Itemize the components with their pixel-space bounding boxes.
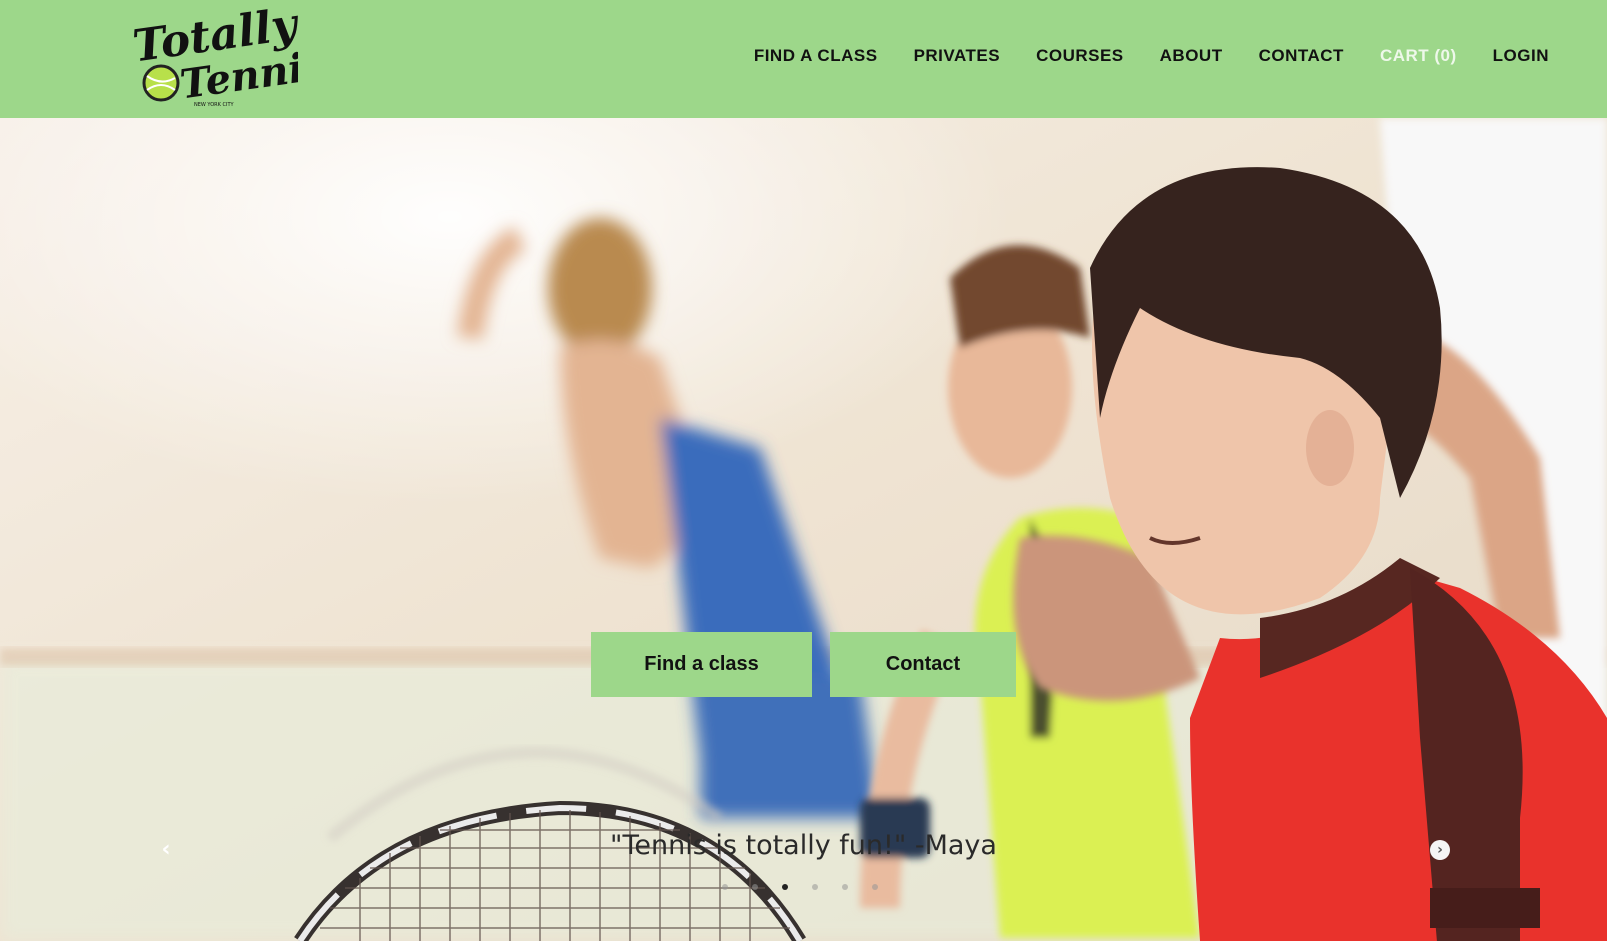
nav-cart[interactable]: CART (0) xyxy=(1380,46,1457,66)
nav-privates[interactable]: PRIVATES xyxy=(914,46,1001,66)
carousel-dot-2[interactable] xyxy=(752,884,758,890)
totally-tennis-logo[interactable]: Totally Tennis NEW YORK CITY xyxy=(128,8,298,112)
find-a-class-button[interactable]: Find a class xyxy=(591,632,812,697)
svg-text:NEW YORK CITY: NEW YORK CITY xyxy=(194,102,235,108)
chevron-right-icon[interactable]: › xyxy=(1430,840,1450,860)
main-nav: FIND A CLASS PRIVATES COURSES ABOUT CONT… xyxy=(754,46,1549,66)
hero-photo-kids-tennis xyxy=(0,118,1607,941)
nav-find-a-class[interactable]: FIND A CLASS xyxy=(754,46,878,66)
hero-carousel: Find a class Contact ‹ "Tennis is totall… xyxy=(0,118,1607,941)
carousel-dot-4[interactable] xyxy=(812,884,818,890)
nav-about[interactable]: ABOUT xyxy=(1160,46,1223,66)
carousel-dot-1[interactable] xyxy=(722,884,728,890)
hero-cta-group: Find a class Contact xyxy=(591,632,1016,697)
site-header: Totally Tennis NEW YORK CITY FIND A CLAS… xyxy=(0,0,1607,118)
carousel-dot-3[interactable] xyxy=(782,884,788,890)
nav-courses[interactable]: COURSES xyxy=(1036,46,1124,66)
nav-login[interactable]: LOGIN xyxy=(1493,46,1549,66)
contact-button[interactable]: Contact xyxy=(830,632,1016,697)
carousel-dots xyxy=(722,884,878,890)
testimonial-quote: "Tennis is totally fun!" -Maya xyxy=(610,830,997,861)
nav-contact[interactable]: CONTACT xyxy=(1259,46,1344,66)
carousel-dot-5[interactable] xyxy=(842,884,848,890)
carousel-dot-6[interactable] xyxy=(872,884,878,890)
